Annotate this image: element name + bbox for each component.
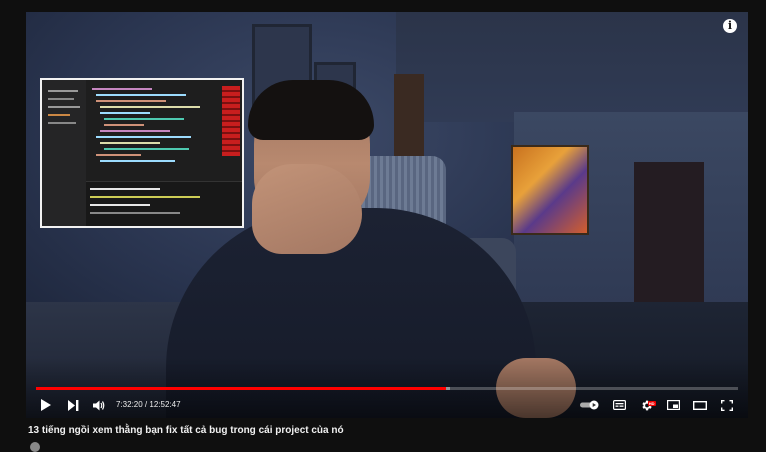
info-button[interactable]: i (723, 19, 737, 33)
subtitles-button[interactable] (610, 392, 628, 418)
progress-played (36, 387, 447, 390)
autoplay-toggle[interactable] (578, 392, 602, 418)
fullscreen-icon (721, 399, 733, 411)
volume-button[interactable] (90, 392, 108, 418)
video-frame-painting (511, 145, 589, 235)
duration: 12:52:47 (149, 400, 181, 409)
code-screen-inset (40, 78, 244, 228)
progress-bar[interactable] (36, 387, 738, 390)
video-frame-person-hair (248, 80, 374, 140)
inset-terminal (86, 181, 242, 226)
miniplayer-button[interactable] (664, 392, 682, 418)
theater-mode-icon (693, 400, 707, 410)
subtitles-icon (612, 400, 626, 410)
video-frame-ceiling (396, 12, 748, 122)
video-frame-person-hand (252, 164, 362, 254)
theater-mode-button[interactable] (690, 392, 710, 418)
miniplayer-icon (666, 400, 680, 410)
video-title: 13 tiếng ngồi xem thằng bạn fix tất cả b… (28, 425, 344, 436)
channel-avatar[interactable] (30, 442, 40, 452)
time-display: 7:32:20 / 12:52:47 (116, 392, 181, 418)
volume-icon (93, 400, 105, 410)
play-icon (40, 399, 51, 411)
player-controls: 7:32:20 / 12:52:47 HD (26, 392, 748, 418)
fullscreen-button[interactable] (718, 392, 736, 418)
autoplay-toggle-icon (580, 400, 599, 410)
current-time: 7:32:20 (116, 400, 143, 409)
play-button[interactable] (36, 392, 54, 418)
video-frame-door (634, 162, 704, 312)
next-icon (67, 399, 78, 411)
inset-error-markers (222, 86, 240, 156)
video-player[interactable]: i 7:32:20 / 12:52:47 HD (26, 12, 748, 418)
inset-file-explorer (42, 80, 86, 226)
next-button[interactable] (64, 392, 82, 418)
hd-badge: HD (647, 400, 656, 406)
settings-button[interactable]: HD (637, 392, 656, 418)
